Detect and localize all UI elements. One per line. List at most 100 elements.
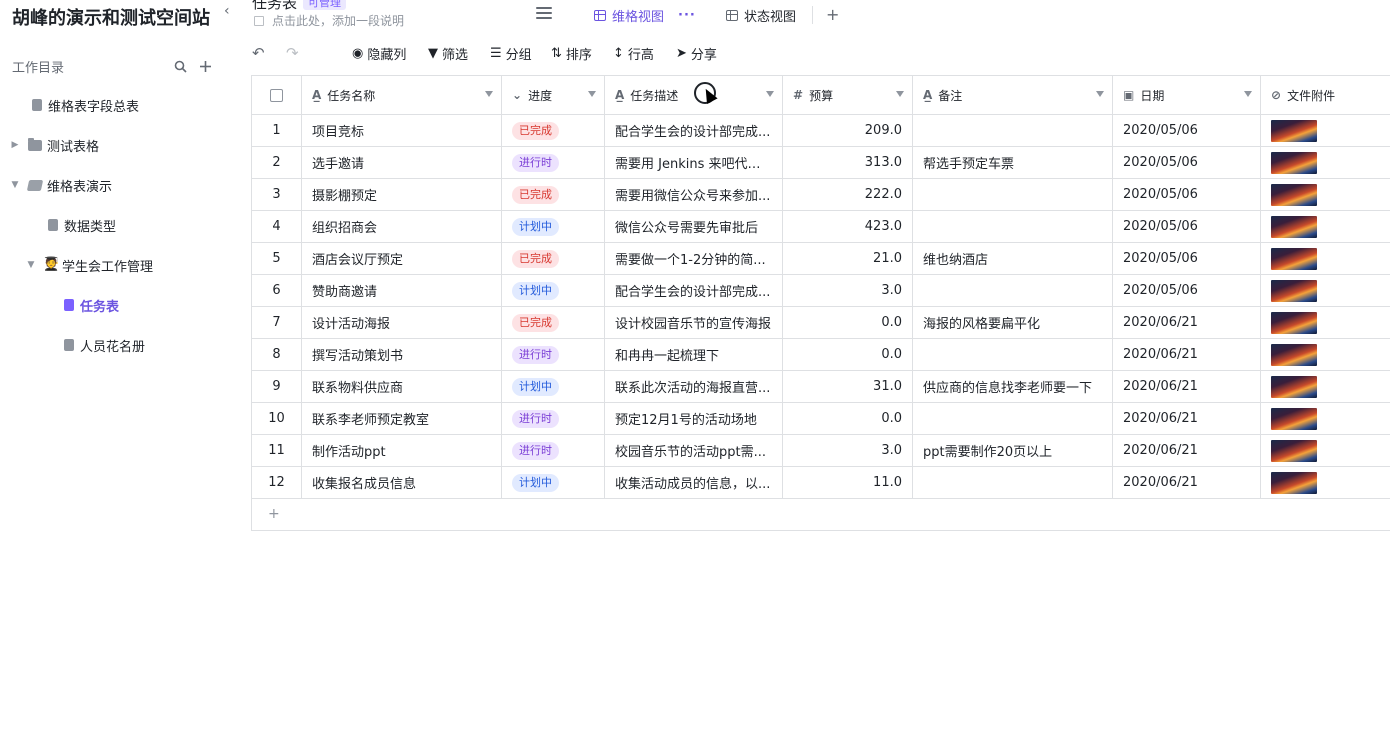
budget-cell[interactable]: 3.0	[783, 435, 913, 466]
date-cell[interactable]: 2020/06/21	[1113, 371, 1261, 402]
more-options-icon[interactable]: ···	[678, 8, 696, 23]
attachment-cell[interactable]	[1261, 179, 1390, 210]
table-row[interactable]: 1 项目竞标 已完成 配合学生会的设计部完成... 209.0 2020/05/06	[251, 115, 1390, 147]
attachment-thumbnail[interactable]	[1271, 183, 1317, 206]
date-cell[interactable]: 2020/06/21	[1113, 307, 1261, 338]
attachment-cell[interactable]	[1261, 467, 1390, 498]
date-cell[interactable]: 2020/05/06	[1113, 115, 1261, 146]
row-number-cell[interactable]: 12	[251, 467, 302, 498]
task-name-cell[interactable]: 撰写活动策划书	[302, 339, 502, 370]
task-name-cell[interactable]: 项目竞标	[302, 115, 502, 146]
attachment-thumbnail[interactable]	[1271, 471, 1317, 494]
date-cell[interactable]: 2020/06/21	[1113, 467, 1261, 498]
description-placeholder[interactable]: 点击此处，添加一段说明	[272, 12, 404, 29]
attachment-cell[interactable]	[1261, 435, 1390, 466]
search-icon[interactable]	[174, 60, 187, 73]
column-menu-icon[interactable]	[766, 91, 774, 97]
sidebar-item-task-table[interactable]: 任务表	[0, 285, 232, 325]
sidebar-item-vika-demo[interactable]: ▼ 维格表演示	[0, 165, 232, 205]
sidebar-item-data-types[interactable]: 数据类型	[0, 205, 232, 245]
collapse-arrow-icon[interactable]: ▼	[26, 260, 36, 270]
note-cell[interactable]	[913, 211, 1113, 242]
row-number-cell[interactable]: 8	[251, 339, 302, 370]
date-cell[interactable]: 2020/05/06	[1113, 179, 1261, 210]
budget-cell[interactable]: 0.0	[783, 339, 913, 370]
column-menu-icon[interactable]	[1244, 91, 1252, 97]
sidebar-item-student-union[interactable]: ▼ 🧑‍🎓 学生会工作管理	[0, 245, 232, 285]
table-row[interactable]: 3 摄影棚预定 已完成 需要用微信公众号来参加... 222.0 2020/05/06	[251, 179, 1390, 211]
task-name-cell[interactable]: 组织招商会	[302, 211, 502, 242]
description-cell[interactable]: 校园音乐节的活动ppt需...	[605, 435, 783, 466]
table-row[interactable]: 6 赞助商邀请 计划中 配合学生会的设计部完成... 3.0 2020/05/06	[251, 275, 1390, 307]
budget-cell[interactable]: 21.0	[783, 243, 913, 274]
note-cell[interactable]	[913, 339, 1113, 370]
budget-cell[interactable]: 209.0	[783, 115, 913, 146]
budget-cell[interactable]: 3.0	[783, 275, 913, 306]
description-cell[interactable]: 需要做一个1-2分钟的简...	[605, 243, 783, 274]
row-number-cell[interactable]: 3	[251, 179, 302, 210]
task-name-cell[interactable]: 制作活动ppt	[302, 435, 502, 466]
column-header-status[interactable]: ⌄ 进度	[502, 76, 605, 114]
note-cell[interactable]	[913, 179, 1113, 210]
status-cell[interactable]: 进行时	[502, 147, 605, 178]
column-menu-icon[interactable]	[896, 91, 904, 97]
task-name-cell[interactable]: 酒店会议厅预定	[302, 243, 502, 274]
attachment-thumbnail[interactable]	[1271, 439, 1317, 462]
table-row[interactable]: 11 制作活动ppt 进行时 校园音乐节的活动ppt需... 3.0 ppt需要制作20页…	[251, 435, 1390, 467]
attachment-thumbnail[interactable]	[1271, 407, 1317, 430]
attachment-cell[interactable]	[1261, 339, 1390, 370]
attachment-cell[interactable]	[1261, 307, 1390, 338]
row-height-button[interactable]: ↕ 行高	[613, 44, 654, 63]
select-all-cell[interactable]	[251, 76, 302, 114]
date-cell[interactable]: 2020/05/06	[1113, 211, 1261, 242]
attachment-thumbnail[interactable]	[1271, 151, 1317, 174]
attachment-cell[interactable]	[1261, 243, 1390, 274]
table-row[interactable]: 9 联系物料供应商 计划中 联系此次活动的海报直营... 31.0 供应商的信息找李老师要…	[251, 371, 1390, 403]
tab-grid-view[interactable]: 维格视图 ···	[594, 6, 696, 25]
note-cell[interactable]: 供应商的信息找李老师要一下	[913, 371, 1113, 402]
table-row[interactable]: 2 选手邀请 进行时 需要用 Jenkins 来吧代码... 313.0 帮选手预定车票 2…	[251, 147, 1390, 179]
attachment-cell[interactable]	[1261, 403, 1390, 434]
group-button[interactable]: ☰ 分组	[490, 44, 532, 63]
menu-icon[interactable]	[536, 7, 552, 21]
description-cell[interactable]: 微信公众号需要先审批后	[605, 211, 783, 242]
date-cell[interactable]: 2020/06/21	[1113, 435, 1261, 466]
date-cell[interactable]: 2020/06/21	[1113, 339, 1261, 370]
budget-cell[interactable]: 31.0	[783, 371, 913, 402]
description-cell[interactable]: 设计校园音乐节的宣传海报	[605, 307, 783, 338]
status-cell[interactable]: 计划中	[502, 467, 605, 498]
note-cell[interactable]: 帮选手预定车票	[913, 147, 1113, 178]
note-cell[interactable]: ppt需要制作20页以上	[913, 435, 1113, 466]
redo-icon[interactable]: ↷	[286, 44, 299, 62]
status-cell[interactable]: 已完成	[502, 115, 605, 146]
task-name-cell[interactable]: 收集报名成员信息	[302, 467, 502, 498]
row-number-cell[interactable]: 11	[251, 435, 302, 466]
task-name-cell[interactable]: 设计活动海报	[302, 307, 502, 338]
status-cell[interactable]: 进行时	[502, 339, 605, 370]
column-header-attachment[interactable]: ⊘ 文件附件	[1261, 76, 1390, 114]
description-cell[interactable]: 配合学生会的设计部完成...	[605, 275, 783, 306]
status-cell[interactable]: 已完成	[502, 307, 605, 338]
description-row[interactable]: 点击此处，添加一段说明	[254, 12, 404, 29]
hide-columns-button[interactable]: ◉ 隐藏列	[352, 44, 406, 63]
status-cell[interactable]: 计划中	[502, 275, 605, 306]
sidebar-item-test-tables[interactable]: ▶ 测试表格	[0, 125, 232, 165]
attachment-thumbnail[interactable]	[1271, 375, 1317, 398]
date-cell[interactable]: 2020/06/21	[1113, 403, 1261, 434]
note-cell[interactable]	[913, 275, 1113, 306]
note-cell[interactable]: 维也纳酒店	[913, 243, 1113, 274]
description-cell[interactable]: 和冉冉一起梳理下	[605, 339, 783, 370]
share-button[interactable]: ➤ 分享	[676, 44, 717, 63]
attachment-thumbnail[interactable]	[1271, 311, 1317, 334]
task-name-cell[interactable]: 联系李老师预定教室	[302, 403, 502, 434]
sidebar-item-field-summary[interactable]: 维格表字段总表	[0, 85, 232, 125]
description-cell[interactable]: 需要用 Jenkins 来吧代码...	[605, 147, 783, 178]
collapse-sidebar-icon[interactable]: ‹	[224, 4, 236, 20]
budget-cell[interactable]: 222.0	[783, 179, 913, 210]
budget-cell[interactable]: 0.0	[783, 403, 913, 434]
tab-status-view[interactable]: 状态视图	[726, 6, 796, 25]
note-cell[interactable]	[913, 403, 1113, 434]
column-header-date[interactable]: ▣ 日期	[1113, 76, 1261, 114]
column-header-note[interactable]: A̲ 备注	[913, 76, 1113, 114]
status-cell[interactable]: 进行时	[502, 435, 605, 466]
